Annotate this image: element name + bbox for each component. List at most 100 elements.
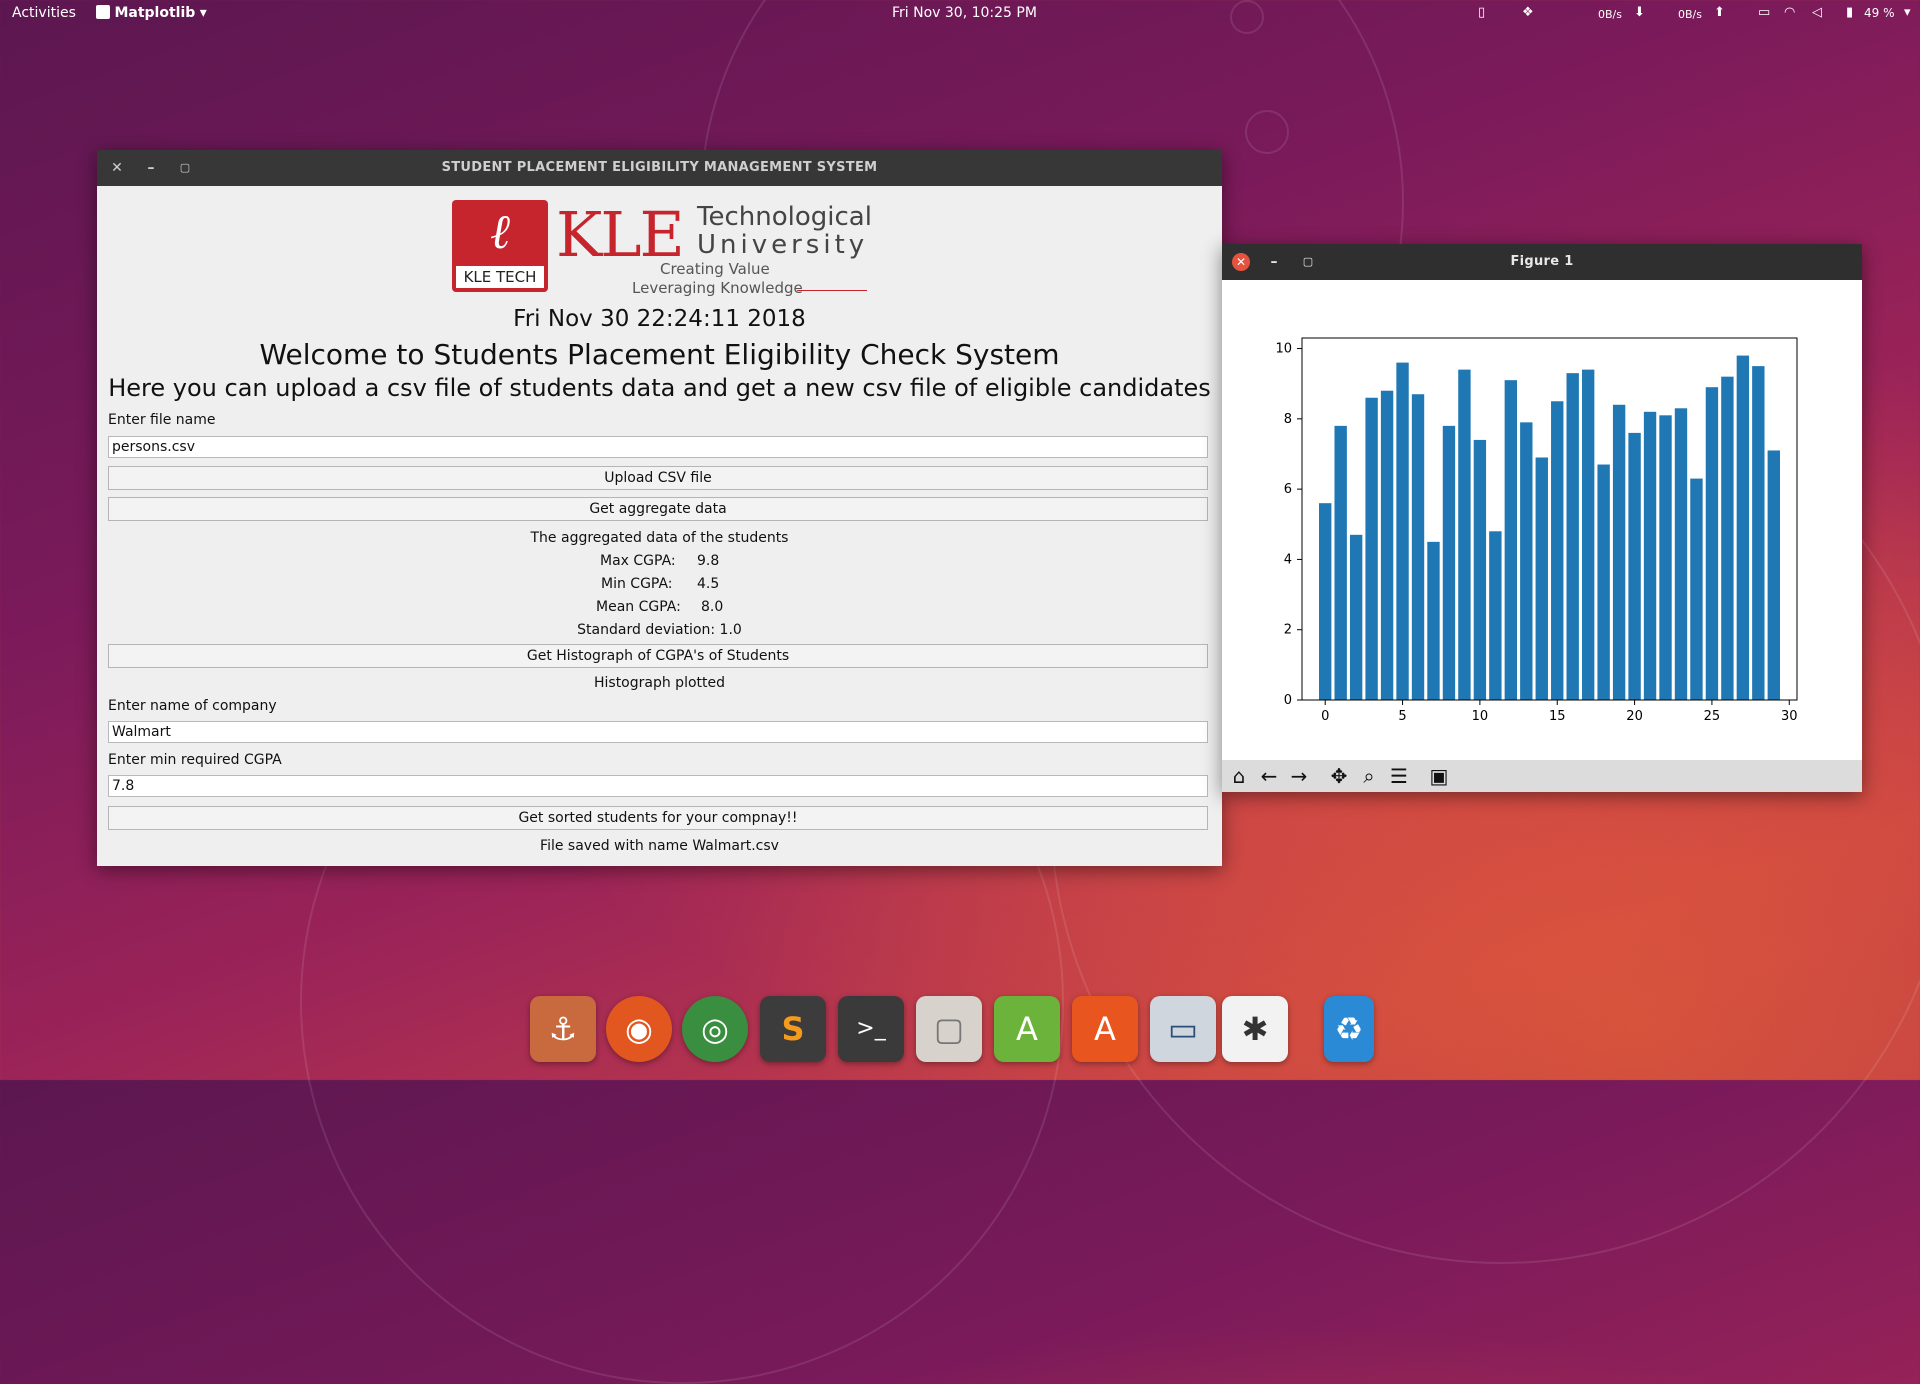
saved-status: File saved with name Walmart.csv xyxy=(540,838,779,854)
volume-icon[interactable]: ◁ xyxy=(1812,5,1822,20)
chart-bar xyxy=(1427,541,1440,700)
y-tick-label: 0 xyxy=(1284,693,1292,708)
battery-icon[interactable]: ▮ xyxy=(1846,5,1853,20)
android-studio-icon[interactable]: A xyxy=(994,996,1060,1062)
min-cgpa-label: Min CGPA: xyxy=(601,576,673,592)
net-up-speed: 0B/s xyxy=(1678,8,1702,21)
chart-bar xyxy=(1597,464,1610,700)
chart-bar xyxy=(1581,369,1595,700)
phone-icon[interactable]: ▯ xyxy=(1478,5,1485,20)
aggregate-heading: The aggregated data of the students xyxy=(530,530,789,546)
chart-bar xyxy=(1349,534,1363,700)
files-icon[interactable]: ▢ xyxy=(916,996,982,1062)
max-cgpa-label: Max CGPA: xyxy=(600,553,676,569)
chart-bar xyxy=(1489,531,1502,700)
chevron-down-icon[interactable]: ▾ xyxy=(1904,5,1911,20)
top-bar: Activities Matplotlib ▾ Fri Nov 30, 10:2… xyxy=(0,0,1920,28)
display-icon[interactable]: ▭ xyxy=(1758,5,1770,20)
upload-csv-button[interactable]: Upload CSV file xyxy=(108,466,1208,490)
chart-bar xyxy=(1690,478,1703,700)
subtitle-text: Here you can upload a csv file of studen… xyxy=(108,374,1211,402)
terminal-icon[interactable]: >_ xyxy=(838,996,904,1062)
cgpa-bar-chart: 0 5 10 15 20 25 30 0 2 4 6 8 10 xyxy=(1275,337,1798,724)
company-name-input[interactable] xyxy=(108,721,1208,743)
matplotlib-icon xyxy=(96,5,110,19)
y-tick-label: 4 xyxy=(1284,552,1292,567)
university-logo: ℓ KLE TECH KLE Technological University … xyxy=(452,198,872,300)
chart-bar xyxy=(1396,362,1409,700)
trash-icon[interactable]: ♻ xyxy=(1324,996,1374,1062)
dropbox-icon[interactable]: ❖ xyxy=(1522,5,1534,20)
chart-bar xyxy=(1643,411,1657,700)
logo-badge: KLE TECH xyxy=(456,266,544,288)
chart-bar xyxy=(1535,457,1548,700)
main-window-titlebar[interactable]: ✕ – ▢ STUDENT PLACEMENT ELIGIBILITY MANA… xyxy=(97,150,1222,186)
file-name-label: Enter file name xyxy=(108,412,216,428)
chart-bar xyxy=(1411,394,1425,700)
chart-bar xyxy=(1628,432,1641,700)
pan-icon[interactable]: ✥ xyxy=(1326,765,1352,787)
main-window: ✕ – ▢ STUDENT PLACEMENT ELIGIBILITY MANA… xyxy=(97,150,1222,866)
current-datetime: Fri Nov 30 22:24:11 2018 xyxy=(513,306,806,332)
x-tick-label: 30 xyxy=(1781,709,1798,724)
app-menu[interactable]: Matplotlib ▾ xyxy=(96,5,207,21)
histogram-button[interactable]: Get Histograph of CGPA's of Students xyxy=(108,644,1208,668)
chart-bar xyxy=(1380,390,1394,700)
company-name-label: Enter name of company xyxy=(108,698,277,714)
anchor-app-icon[interactable]: ⚓ xyxy=(530,996,596,1062)
y-tick-label: 8 xyxy=(1284,412,1292,427)
welcome-heading: Welcome to Students Placement Eligibilit… xyxy=(259,338,1060,371)
net-down-speed: 0B/s xyxy=(1598,8,1622,21)
firefox-icon[interactable]: ◉ xyxy=(606,996,672,1062)
x-tick-label: 0 xyxy=(1321,709,1329,724)
logo-line2: University xyxy=(697,230,869,260)
home-icon[interactable]: ⌂ xyxy=(1226,765,1252,787)
logo-tagline1: Creating Value xyxy=(660,260,770,278)
sort-students-button[interactable]: Get sorted students for your compnay!! xyxy=(108,806,1208,830)
forward-arrow-icon[interactable]: → xyxy=(1286,765,1312,787)
sublime-text-icon[interactable]: S xyxy=(760,996,826,1062)
logo-underline xyxy=(797,290,867,291)
y-tick-label: 6 xyxy=(1284,482,1292,497)
logo-emblem-glyph: ℓ xyxy=(490,204,510,260)
chart-bar xyxy=(1674,408,1688,700)
window-icon[interactable]: ▭ xyxy=(1150,996,1216,1062)
chart-bar xyxy=(1319,503,1332,700)
logo-emblem: ℓ KLE TECH xyxy=(452,200,548,292)
chart-bar xyxy=(1767,450,1780,700)
x-tick-label: 15 xyxy=(1549,709,1566,724)
aggregate-data-button[interactable]: Get aggregate data xyxy=(108,497,1208,521)
activities-button[interactable]: Activities xyxy=(12,5,76,21)
figure-title: Figure 1 xyxy=(1510,254,1574,269)
clock[interactable]: Fri Nov 30, 10:25 PM xyxy=(892,5,1037,21)
min-cgpa-input[interactable] xyxy=(108,775,1208,797)
y-tick-label: 10 xyxy=(1275,342,1292,357)
back-arrow-icon[interactable]: ← xyxy=(1256,765,1282,787)
chart-bar xyxy=(1752,366,1765,700)
zoom-icon[interactable]: ⌕ xyxy=(1356,765,1382,787)
x-tick-label: 5 xyxy=(1398,709,1406,724)
x-tick-label: 25 xyxy=(1704,709,1721,724)
figure-window-titlebar[interactable]: ✕ – ▢ Figure 1 xyxy=(1222,244,1862,280)
pinwheel-app-icon[interactable]: ✱ xyxy=(1222,996,1288,1062)
chrome-icon[interactable]: ◎ xyxy=(682,996,748,1062)
configure-subplots-icon[interactable]: ☰ xyxy=(1386,765,1412,787)
x-tick-label: 10 xyxy=(1472,709,1489,724)
wifi-icon[interactable]: ◠ xyxy=(1784,5,1795,20)
software-center-icon[interactable]: A xyxy=(1072,996,1138,1062)
x-tick-label: 20 xyxy=(1626,709,1643,724)
file-name-input[interactable] xyxy=(108,436,1208,458)
min-cgpa-value: 4.5 xyxy=(697,576,720,592)
save-icon[interactable]: ▣ xyxy=(1426,765,1452,787)
chart-bar xyxy=(1659,415,1672,700)
chart-bar xyxy=(1504,380,1518,700)
wallpaper-decoration xyxy=(1245,110,1289,154)
chart-bar xyxy=(1334,425,1347,700)
chevron-down-icon: ▾ xyxy=(199,5,207,21)
chart-bar xyxy=(1721,376,1734,700)
mean-cgpa-label: Mean CGPA: xyxy=(596,599,681,615)
std-dev-text: Standard deviation: 1.0 xyxy=(577,622,742,638)
chart-bar xyxy=(1551,401,1564,700)
window-title: STUDENT PLACEMENT ELIGIBILITY MANAGEMENT… xyxy=(441,160,878,175)
chart-bar xyxy=(1442,425,1456,700)
